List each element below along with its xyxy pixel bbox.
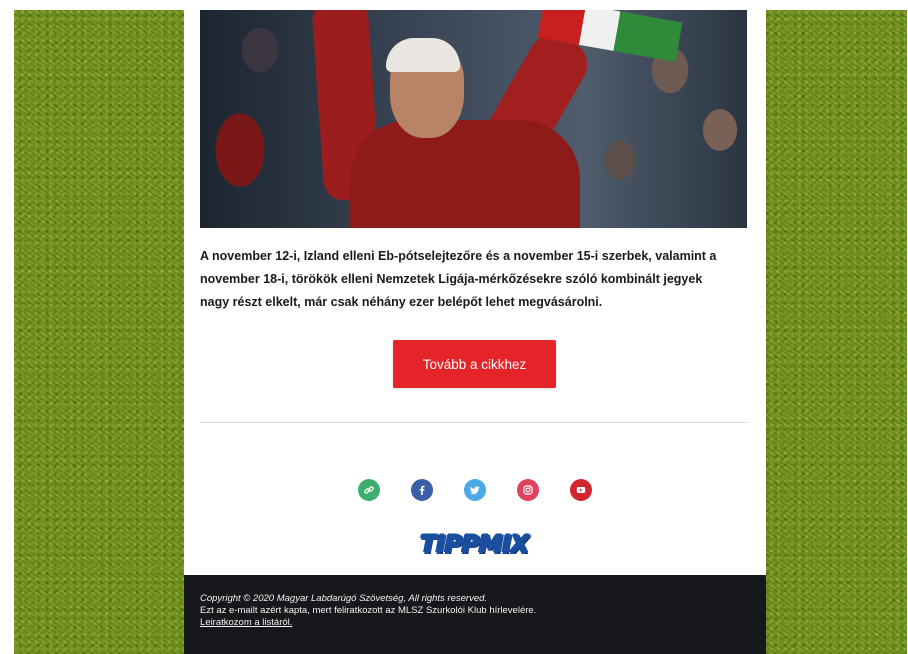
read-article-button[interactable]: Tovább a cikkhez [393,340,556,388]
unsubscribe-link[interactable]: Leiratkozom a listáról. [200,617,292,629]
link-icon[interactable] [358,479,380,501]
instagram-icon[interactable] [517,479,539,501]
social-links [358,479,592,503]
tippmix-logo-text: TIPPMIX [419,530,529,558]
article-summary: A november 12-i, Izland elleni Eb-pótsel… [200,249,717,309]
copyright-text: Copyright © 2020 Magyar Labdarúgó Szövet… [200,593,488,604]
youtube-icon[interactable] [570,479,592,501]
twitter-icon[interactable] [464,479,486,501]
subscription-reason-text: Ezt az e-mailt azért kapta, mert felirat… [200,605,537,616]
hero-image-football-fan [200,10,747,228]
grass-background: A november 12-i, Izland elleni Eb-pótsel… [14,10,907,654]
tippmix-logo: TIPPMIX [400,528,548,560]
divider [200,422,747,423]
facebook-icon[interactable] [411,479,433,501]
email-footer: Copyright © 2020 Magyar Labdarúgó Szövet… [184,575,766,654]
email-container: A november 12-i, Izland elleni Eb-pótsel… [184,10,766,654]
